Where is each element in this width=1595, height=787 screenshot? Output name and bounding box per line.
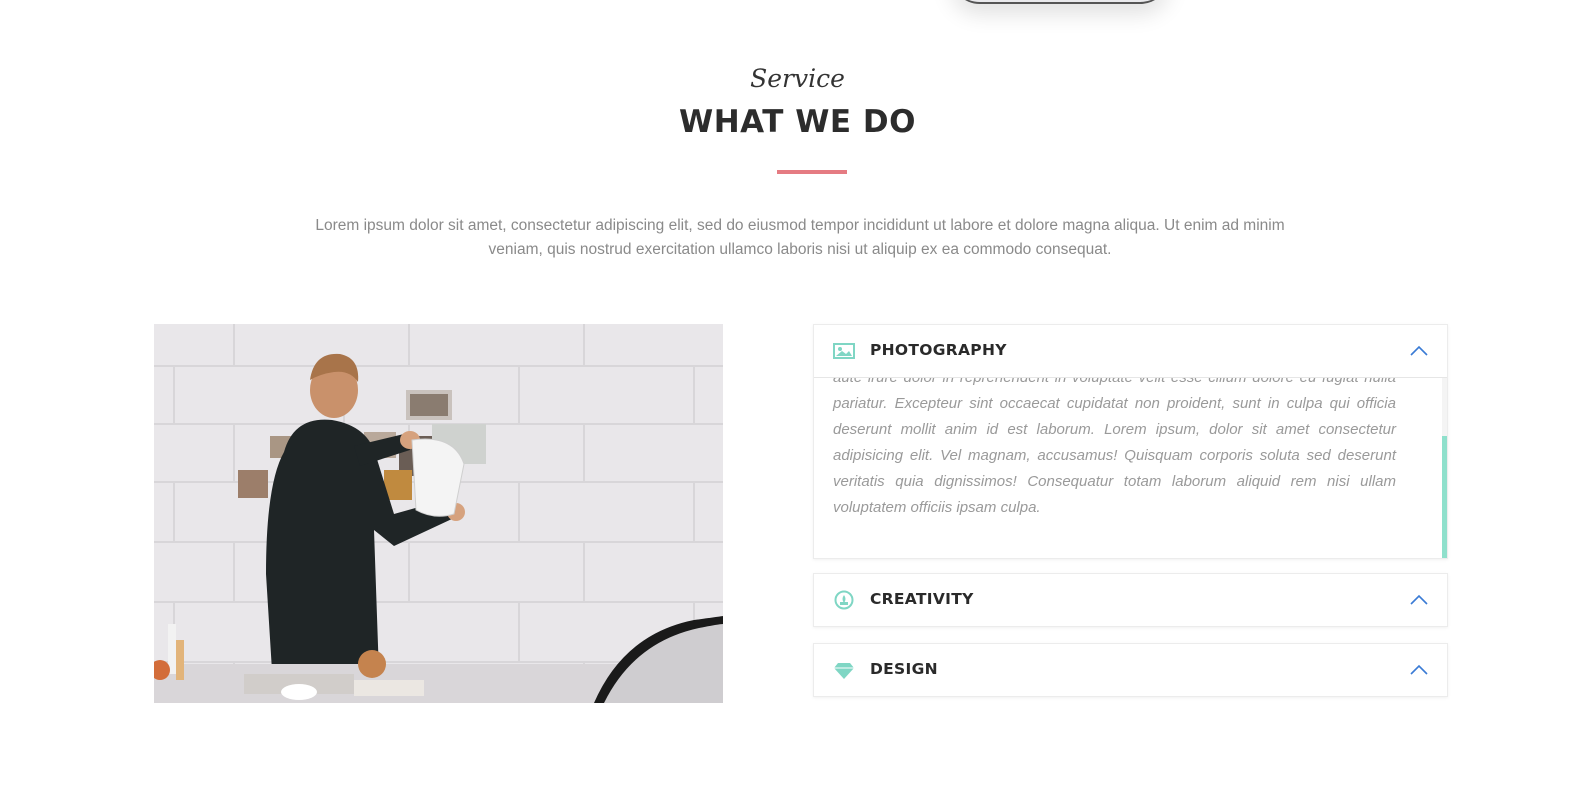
accordion-title: PHOTOGRAPHY [870, 341, 1007, 359]
device-mockup-edge [950, 0, 1170, 4]
accordion-header-photography[interactable]: PHOTOGRAPHY [814, 325, 1447, 377]
accordion-item-design: DESIGN [813, 643, 1448, 697]
accordion-body-text: aute irure dolor in reprehenderit in vol… [833, 377, 1396, 516]
chevron-up-icon[interactable] [1409, 662, 1429, 676]
accordion-body-photography: aute irure dolor in reprehenderit in vol… [814, 377, 1447, 558]
section-title: WHAT WE DO [679, 104, 916, 140]
accordion-header-design[interactable]: DESIGN [814, 644, 1447, 696]
accordion-header-creativity[interactable]: CREATIVITY [814, 574, 1447, 626]
chevron-up-icon[interactable] [1409, 592, 1429, 606]
scrollbar-track[interactable] [1442, 378, 1447, 558]
title-divider [777, 170, 847, 174]
creativity-icon [833, 590, 855, 610]
section-intro: Lorem ipsum dolor sit amet, consectetur … [315, 217, 1285, 258]
accordion-title: CREATIVITY [870, 590, 974, 608]
accordion-item-creativity: CREATIVITY [813, 573, 1448, 627]
service-photo [154, 324, 723, 703]
chevron-up-icon[interactable] [1409, 343, 1429, 357]
scrollbar-thumb[interactable] [1442, 436, 1447, 558]
accordion-title: DESIGN [870, 660, 938, 678]
section-subtitle: Service [750, 64, 845, 93]
diamond-icon [833, 660, 855, 680]
image-icon [833, 341, 855, 361]
accordion-item-photography: PHOTOGRAPHY aute irure dolor in reprehen… [813, 324, 1448, 559]
